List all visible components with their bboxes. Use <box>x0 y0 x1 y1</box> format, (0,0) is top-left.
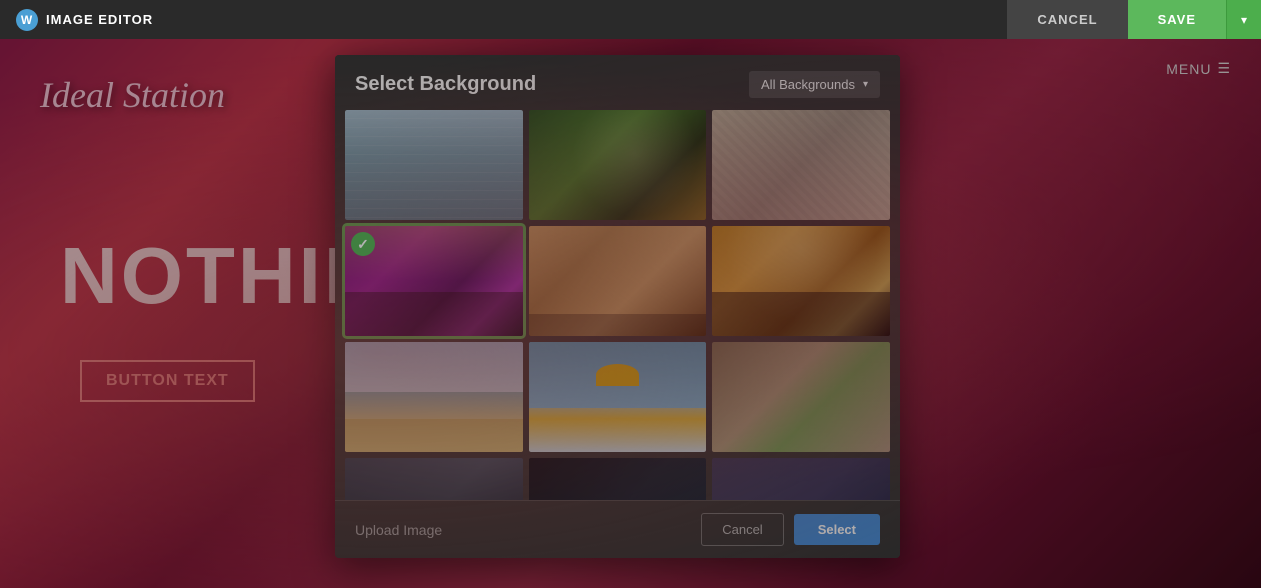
app-title: IMAGE EDITOR <box>46 12 153 27</box>
save-button[interactable]: SAVE <box>1128 0 1226 39</box>
logo-icon: W <box>16 9 38 31</box>
topbar: W IMAGE EDITOR CANCEL SAVE ▾ <box>0 0 1261 39</box>
save-dropdown-arrow[interactable]: ▾ <box>1226 0 1261 39</box>
modal-overlay <box>0 39 1261 588</box>
app-logo: W IMAGE EDITOR <box>0 9 169 31</box>
cancel-button[interactable]: CANCEL <box>1007 0 1127 39</box>
